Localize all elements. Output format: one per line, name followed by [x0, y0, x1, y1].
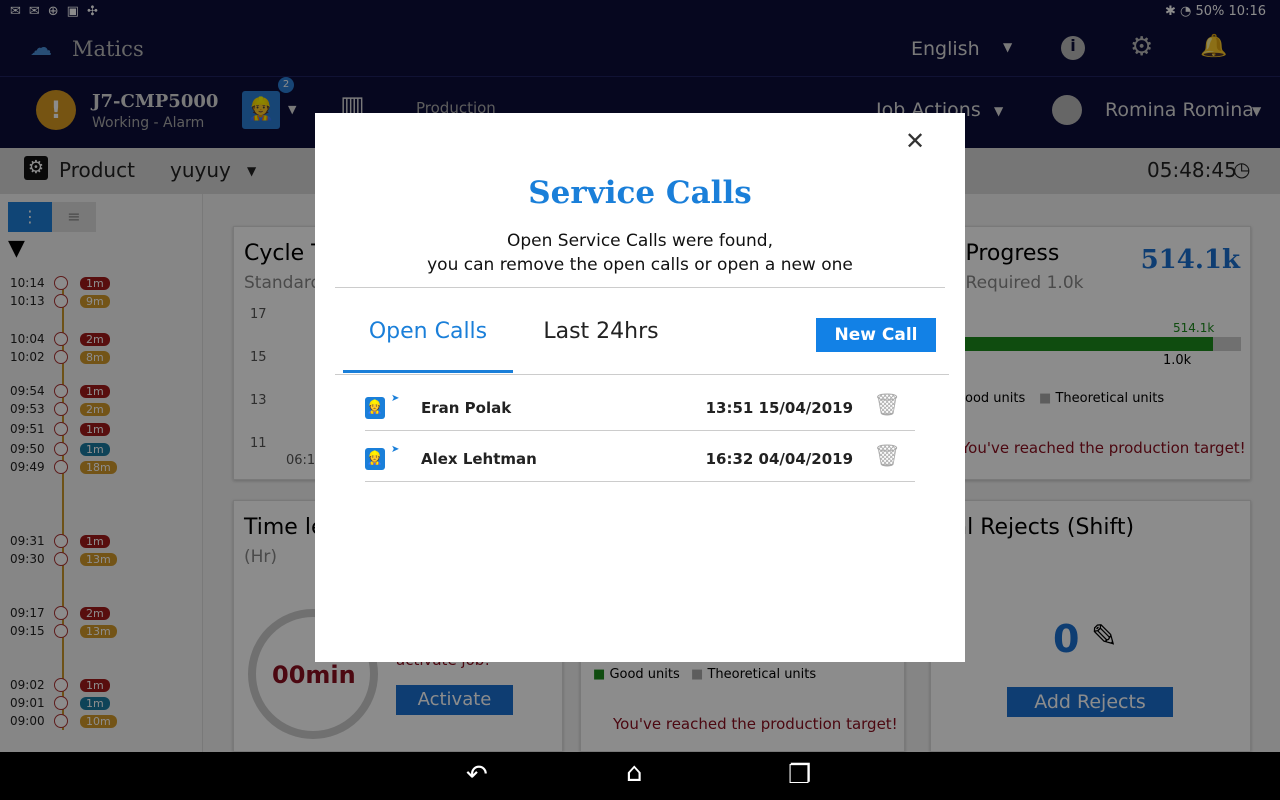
divider: [335, 374, 949, 375]
send-arrow-icon: ➤: [391, 444, 400, 455]
technician-name: Eran Polak: [421, 399, 512, 417]
android-nav-bar: ↶ ⌂ ❐: [0, 752, 1280, 800]
technician-icon: 👷: [365, 448, 385, 470]
technician-name: Alex Lehtman: [421, 450, 537, 468]
trash-icon[interactable]: 🗑: [873, 444, 901, 469]
tab-open-calls[interactable]: Open Calls: [343, 319, 513, 373]
technician-icon: 👷: [365, 397, 385, 419]
recents-icon[interactable]: ❐: [788, 760, 811, 790]
modal-message-line1: Open Service Calls were found,: [506, 231, 773, 251]
call-datetime: 16:32 04/04/2019: [705, 450, 853, 468]
service-calls-modal: ✕ Service Calls Open Service Calls were …: [315, 113, 965, 662]
back-icon[interactable]: ↶: [466, 760, 488, 790]
modal-title: Service Calls: [528, 175, 752, 211]
close-icon[interactable]: ✕: [905, 127, 925, 155]
send-arrow-icon: ➤: [391, 393, 400, 404]
trash-icon[interactable]: 🗑: [873, 393, 901, 418]
home-icon[interactable]: ⌂: [626, 758, 643, 788]
tab-last-24hrs[interactable]: Last 24hrs: [531, 319, 671, 344]
service-call-row[interactable]: 👷 ➤ Alex Lehtman 16:32 04/04/2019 🗑: [365, 436, 915, 482]
modal-message-line2: you can remove the open calls or open a …: [427, 255, 853, 275]
call-datetime: 13:51 15/04/2019: [705, 399, 853, 417]
service-call-row[interactable]: 👷 ➤ Eran Polak 13:51 15/04/2019 🗑: [365, 385, 915, 431]
new-call-button[interactable]: New Call: [816, 318, 936, 352]
divider: [335, 287, 945, 288]
